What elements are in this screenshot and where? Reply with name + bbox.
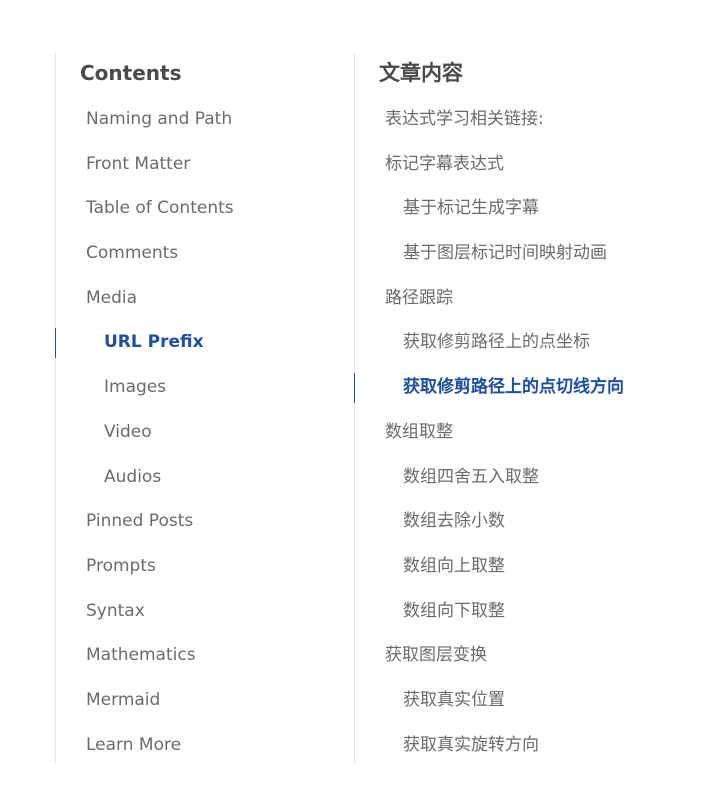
- toc-panel-contents: Contents Naming and Path Front Matter Tabl…: [55, 53, 346, 764]
- toc-item-label: Pinned Posts: [86, 511, 194, 532]
- toc-item[interactable]: Mermaid: [56, 688, 346, 733]
- toc-item[interactable]: 数组向上取整: [355, 554, 705, 599]
- toc-list: Naming and Path Front Matter Table of Cont…: [55, 107, 346, 778]
- toc-item-label: 表达式学习相关链接:: [385, 109, 544, 129]
- toc-item-label: 获取真实旋转方向: [403, 734, 539, 755]
- toc-item-label: Mathematics: [86, 645, 196, 666]
- active-indicator: [354, 373, 355, 404]
- toc-item[interactable]: 获取真实旋转方向: [355, 733, 705, 778]
- toc-item-label: 获取真实位置: [403, 689, 505, 710]
- toc-item[interactable]: Syntax: [56, 599, 346, 644]
- toc-item-label: Audios: [104, 466, 162, 487]
- toc-item[interactable]: Audios: [56, 465, 346, 510]
- active-indicator: [55, 328, 56, 359]
- toc-item-active[interactable]: 获取修剪路径上的点切线方向: [354, 373, 705, 420]
- toc-item[interactable]: 数组去除小数: [355, 509, 705, 554]
- toc-item-label: 标记字幕表达式: [385, 153, 504, 174]
- toc-item[interactable]: 获取修剪路径上的点坐标: [355, 330, 705, 375]
- toc-item-active[interactable]: URL Prefix: [55, 328, 346, 375]
- toc-item-label: 数组向上取整: [403, 555, 505, 576]
- toc-item-label: Syntax: [86, 600, 145, 621]
- toc-item[interactable]: Learn More: [56, 733, 346, 778]
- toc-item-label: 获取图层变换: [385, 645, 487, 666]
- toc-item[interactable]: 基于图层标记时间映射动画: [355, 241, 705, 286]
- toc-item-label: Mermaid: [86, 689, 161, 710]
- toc-item-label: 获取修剪路径上的点切线方向: [403, 377, 624, 398]
- toc-title: 文章内容: [379, 61, 463, 85]
- toc-item[interactable]: 基于标记生成字幕: [355, 196, 705, 241]
- toc-item[interactable]: 表达式学习相关链接:: [355, 107, 705, 152]
- toc-item-label: Table of Contents: [86, 198, 234, 219]
- toc-item[interactable]: Prompts: [56, 554, 346, 599]
- toc-item[interactable]: 标记字幕表达式: [355, 152, 705, 197]
- toc-item-label: Prompts: [86, 555, 156, 576]
- toc-item[interactable]: Video: [56, 420, 346, 465]
- toc-item[interactable]: 获取图层变换: [355, 643, 705, 688]
- toc-item[interactable]: 数组向下取整: [355, 599, 705, 644]
- toc-item[interactable]: 数组四舍五入取整: [355, 465, 705, 510]
- toc-item[interactable]: Table of Contents: [56, 196, 346, 241]
- toc-panel-article: 文章内容 表达式学习相关链接: 标记字幕表达式基于标记生成字幕基于图层标记时间映射…: [354, 53, 705, 764]
- toc-item-label: Video: [104, 421, 152, 442]
- toc-item[interactable]: Pinned Posts: [56, 509, 346, 554]
- toc-item-label: 获取修剪路径上的点坐标: [403, 332, 590, 353]
- toc-item-label: 数组取整: [385, 421, 453, 442]
- toc-item[interactable]: Naming and Path: [56, 107, 346, 152]
- toc-item-label: Front Matter: [86, 153, 191, 174]
- toc-item[interactable]: Media: [56, 286, 346, 331]
- toc-item[interactable]: 数组取整: [355, 420, 705, 465]
- toc-item-label: 路径跟踪: [385, 287, 453, 308]
- toc-item-label: Images: [104, 377, 167, 398]
- toc-item-label: 基于标记生成字幕: [403, 198, 539, 219]
- toc-item[interactable]: Front Matter: [56, 152, 346, 197]
- toc-item[interactable]: Images: [56, 375, 346, 420]
- toc-item-label: 数组向下取整: [403, 600, 505, 621]
- toc-item-label: 数组四舍五入取整: [403, 466, 539, 487]
- toc-item-label: URL Prefix: [104, 332, 204, 353]
- toc-title: Contents: [80, 61, 182, 85]
- toc-item[interactable]: 获取真实位置: [355, 688, 705, 733]
- toc-item-label: Learn More: [86, 734, 182, 755]
- toc-item[interactable]: Mathematics: [56, 643, 346, 688]
- toc-list: 表达式学习相关链接: 标记字幕表达式基于标记生成字幕基于图层标记时间映射动画路径跟…: [354, 107, 705, 778]
- toc-item[interactable]: 路径跟踪: [355, 286, 705, 331]
- toc-item-label: Media: [86, 287, 138, 308]
- toc-item-label: 基于图层标记时间映射动画: [403, 243, 607, 264]
- toc-item-label: 数组去除小数: [403, 511, 505, 532]
- toc-item-label: Comments: [86, 243, 179, 264]
- toc-item-label: Naming and Path: [86, 109, 233, 129]
- toc-item[interactable]: Comments: [56, 241, 346, 286]
